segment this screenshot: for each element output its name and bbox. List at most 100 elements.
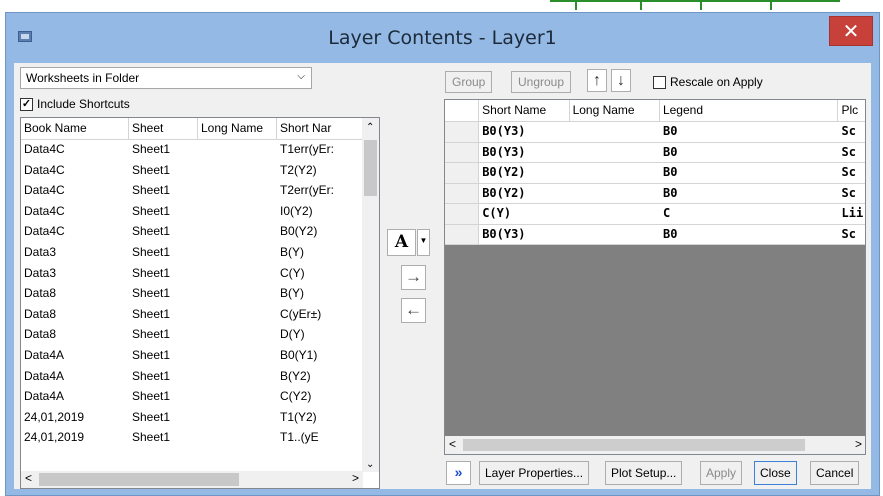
scroll-left-icon[interactable]: < bbox=[449, 437, 456, 451]
book-name-cell: Data4A bbox=[24, 389, 65, 404]
table-row[interactable]: B0(Y3) B0 Sc bbox=[445, 142, 865, 163]
short-name-cell: C(Y2) bbox=[280, 389, 312, 404]
apply-button[interactable]: Apply bbox=[700, 461, 743, 485]
column-header-plot-type[interactable]: Plc bbox=[838, 100, 865, 121]
long-name-cell bbox=[570, 184, 660, 204]
row-selector[interactable] bbox=[445, 224, 480, 244]
table-row[interactable]: Data8 Sheet1 D(Y) bbox=[21, 325, 363, 346]
include-shortcuts-checkbox[interactable]: ✓ Include Shortcuts bbox=[20, 96, 130, 112]
ungroup-button[interactable]: Ungroup bbox=[511, 71, 572, 93]
short-name-cell: T1..(yE bbox=[280, 430, 319, 445]
background-plot-line bbox=[550, 0, 840, 2]
table-row[interactable]: Data4A Sheet1 B0(Y1) bbox=[21, 346, 363, 367]
plot-type-cell: Sc bbox=[841, 165, 856, 179]
vertical-scrollbar[interactable]: ⌃ ⌄ bbox=[362, 118, 379, 472]
short-name-cell: B0(Y3) bbox=[482, 226, 526, 241]
long-name-cell bbox=[198, 202, 277, 223]
plot-setup-button[interactable]: Plot Setup... bbox=[605, 461, 683, 485]
table-row[interactable]: Data4C Sheet1 B0(Y2) bbox=[21, 222, 363, 243]
table-row[interactable]: Data3 Sheet1 C(Y) bbox=[21, 264, 363, 285]
table-row[interactable]: B0(Y3) B0 Sc bbox=[445, 122, 865, 143]
font-format-button[interactable]: A bbox=[387, 229, 416, 256]
column-header-short-name[interactable]: Short Nar bbox=[277, 118, 363, 139]
scroll-thumb[interactable] bbox=[463, 439, 805, 451]
close-button[interactable]: Close bbox=[754, 461, 797, 485]
table-row[interactable]: Data4C Sheet1 T2(Y2) bbox=[21, 161, 363, 182]
caret-down-icon: ▼ bbox=[419, 236, 428, 245]
scroll-down-icon[interactable]: ⌄ bbox=[366, 459, 374, 470]
table-row[interactable]: Data3 Sheet1 B(Y) bbox=[21, 243, 363, 264]
move-down-button[interactable]: ↓ bbox=[611, 69, 631, 92]
sheet-cell: Sheet1 bbox=[132, 265, 171, 280]
add-to-layer-button[interactable]: → bbox=[401, 265, 426, 290]
background-tick bbox=[700, 0, 702, 10]
layer-properties-button[interactable]: Layer Properties... bbox=[479, 461, 590, 485]
column-header-sheet[interactable]: Sheet bbox=[129, 118, 198, 139]
title-bar[interactable]: Layer Contents - Layer1 ✕ bbox=[6, 13, 879, 59]
sheet-cell: Sheet1 bbox=[132, 183, 171, 198]
book-name-cell: Data3 bbox=[24, 265, 57, 280]
table-row[interactable]: B0(Y2) B0 Sc bbox=[445, 163, 865, 184]
row-selector[interactable] bbox=[445, 122, 480, 142]
rescale-on-apply-checkbox[interactable]: Rescale on Apply bbox=[653, 75, 763, 89]
sheet-cell: Sheet1 bbox=[132, 347, 171, 362]
sheet-cell: Sheet1 bbox=[132, 327, 171, 342]
layer-contents-grid[interactable]: Short Name Long Name Legend Plc B0(Y3) B0… bbox=[444, 99, 866, 455]
legend-cell: C bbox=[662, 206, 671, 220]
horizontal-scrollbar[interactable]: < > bbox=[445, 436, 865, 454]
column-header-long-name[interactable]: Long Name bbox=[570, 100, 660, 121]
expand-options-button[interactable]: » bbox=[446, 461, 471, 485]
table-row[interactable]: 24,01,2019 Sheet1 T1(Y2) bbox=[21, 408, 363, 429]
book-name-cell: Data4C bbox=[24, 183, 65, 198]
table-row[interactable]: C(Y) C Lii bbox=[445, 204, 865, 225]
scroll-left-icon[interactable]: < bbox=[25, 471, 32, 485]
table-row[interactable]: Data4C Sheet1 I0(Y2) bbox=[21, 202, 363, 223]
row-selector[interactable] bbox=[445, 204, 480, 224]
horizontal-scrollbar[interactable]: < > bbox=[21, 471, 363, 488]
table-row[interactable]: Data4A Sheet1 B(Y2) bbox=[21, 367, 363, 388]
short-name-cell: B0(Y2) bbox=[482, 165, 526, 179]
scroll-up-icon[interactable]: ⌃ bbox=[366, 122, 374, 133]
table-row[interactable]: Data8 Sheet1 B(Y) bbox=[21, 284, 363, 305]
column-header-short-name[interactable]: Short Name bbox=[479, 100, 570, 121]
available-data-grid[interactable]: Book Name Sheet Long Name Short Nar Data… bbox=[20, 117, 380, 489]
book-name-cell: Data8 bbox=[24, 327, 57, 342]
long-name-cell bbox=[198, 305, 277, 326]
column-header-book-name[interactable]: Book Name bbox=[21, 118, 129, 139]
table-row[interactable]: 24,01,2019 Sheet1 T1..(yE bbox=[21, 428, 363, 449]
table-row[interactable]: B0(Y3) B0 Sc bbox=[445, 224, 865, 245]
table-row[interactable]: Data4C Sheet1 T1err(yEr: bbox=[21, 140, 363, 161]
column-header-long-name[interactable]: Long Name bbox=[198, 118, 277, 139]
group-button[interactable]: Group bbox=[445, 71, 493, 93]
long-name-cell bbox=[570, 143, 660, 163]
row-selector[interactable] bbox=[445, 163, 480, 183]
sheet-cell: Sheet1 bbox=[132, 306, 171, 321]
remove-from-layer-button[interactable]: ← bbox=[401, 298, 426, 323]
scroll-right-icon[interactable]: > bbox=[352, 471, 359, 485]
short-name-cell: T1(Y2) bbox=[280, 409, 317, 424]
short-name-cell: C(Y) bbox=[280, 265, 305, 280]
scroll-thumb[interactable] bbox=[39, 473, 239, 486]
move-up-button[interactable]: ↑ bbox=[587, 69, 607, 92]
row-selector[interactable] bbox=[445, 183, 480, 203]
long-name-cell bbox=[570, 225, 660, 245]
available-data-rows: Data4C Sheet1 T1err(yEr: Data4C Sheet1 T2(Y2)… bbox=[21, 140, 363, 449]
column-header-legend[interactable]: Legend bbox=[660, 100, 839, 121]
font-format-dropdown[interactable]: ▼ bbox=[417, 229, 430, 256]
table-row[interactable]: Data8 Sheet1 C(yEr±) bbox=[21, 305, 363, 326]
available-data-header: Book Name Sheet Long Name Short Nar bbox=[21, 118, 379, 140]
plot-type-cell: Sc bbox=[841, 185, 856, 200]
table-row[interactable]: Data4A Sheet1 C(Y2) bbox=[21, 387, 363, 408]
book-name-cell: Data4A bbox=[24, 347, 65, 362]
table-row[interactable]: Data4C Sheet1 T2err(yEr: bbox=[21, 181, 363, 202]
table-row[interactable]: B0(Y2) B0 Sc bbox=[445, 183, 865, 204]
scroll-right-icon[interactable]: > bbox=[855, 437, 862, 451]
long-name-cell bbox=[198, 264, 277, 285]
row-selector[interactable] bbox=[445, 142, 480, 162]
scroll-thumb[interactable] bbox=[364, 140, 377, 196]
cancel-button[interactable]: Cancel bbox=[810, 461, 860, 485]
source-select[interactable]: Worksheets in Folder ⌵ bbox=[20, 67, 312, 89]
sheet-cell: Sheet1 bbox=[132, 142, 171, 156]
background-tick bbox=[770, 0, 772, 10]
close-window-button[interactable]: ✕ bbox=[829, 16, 873, 46]
